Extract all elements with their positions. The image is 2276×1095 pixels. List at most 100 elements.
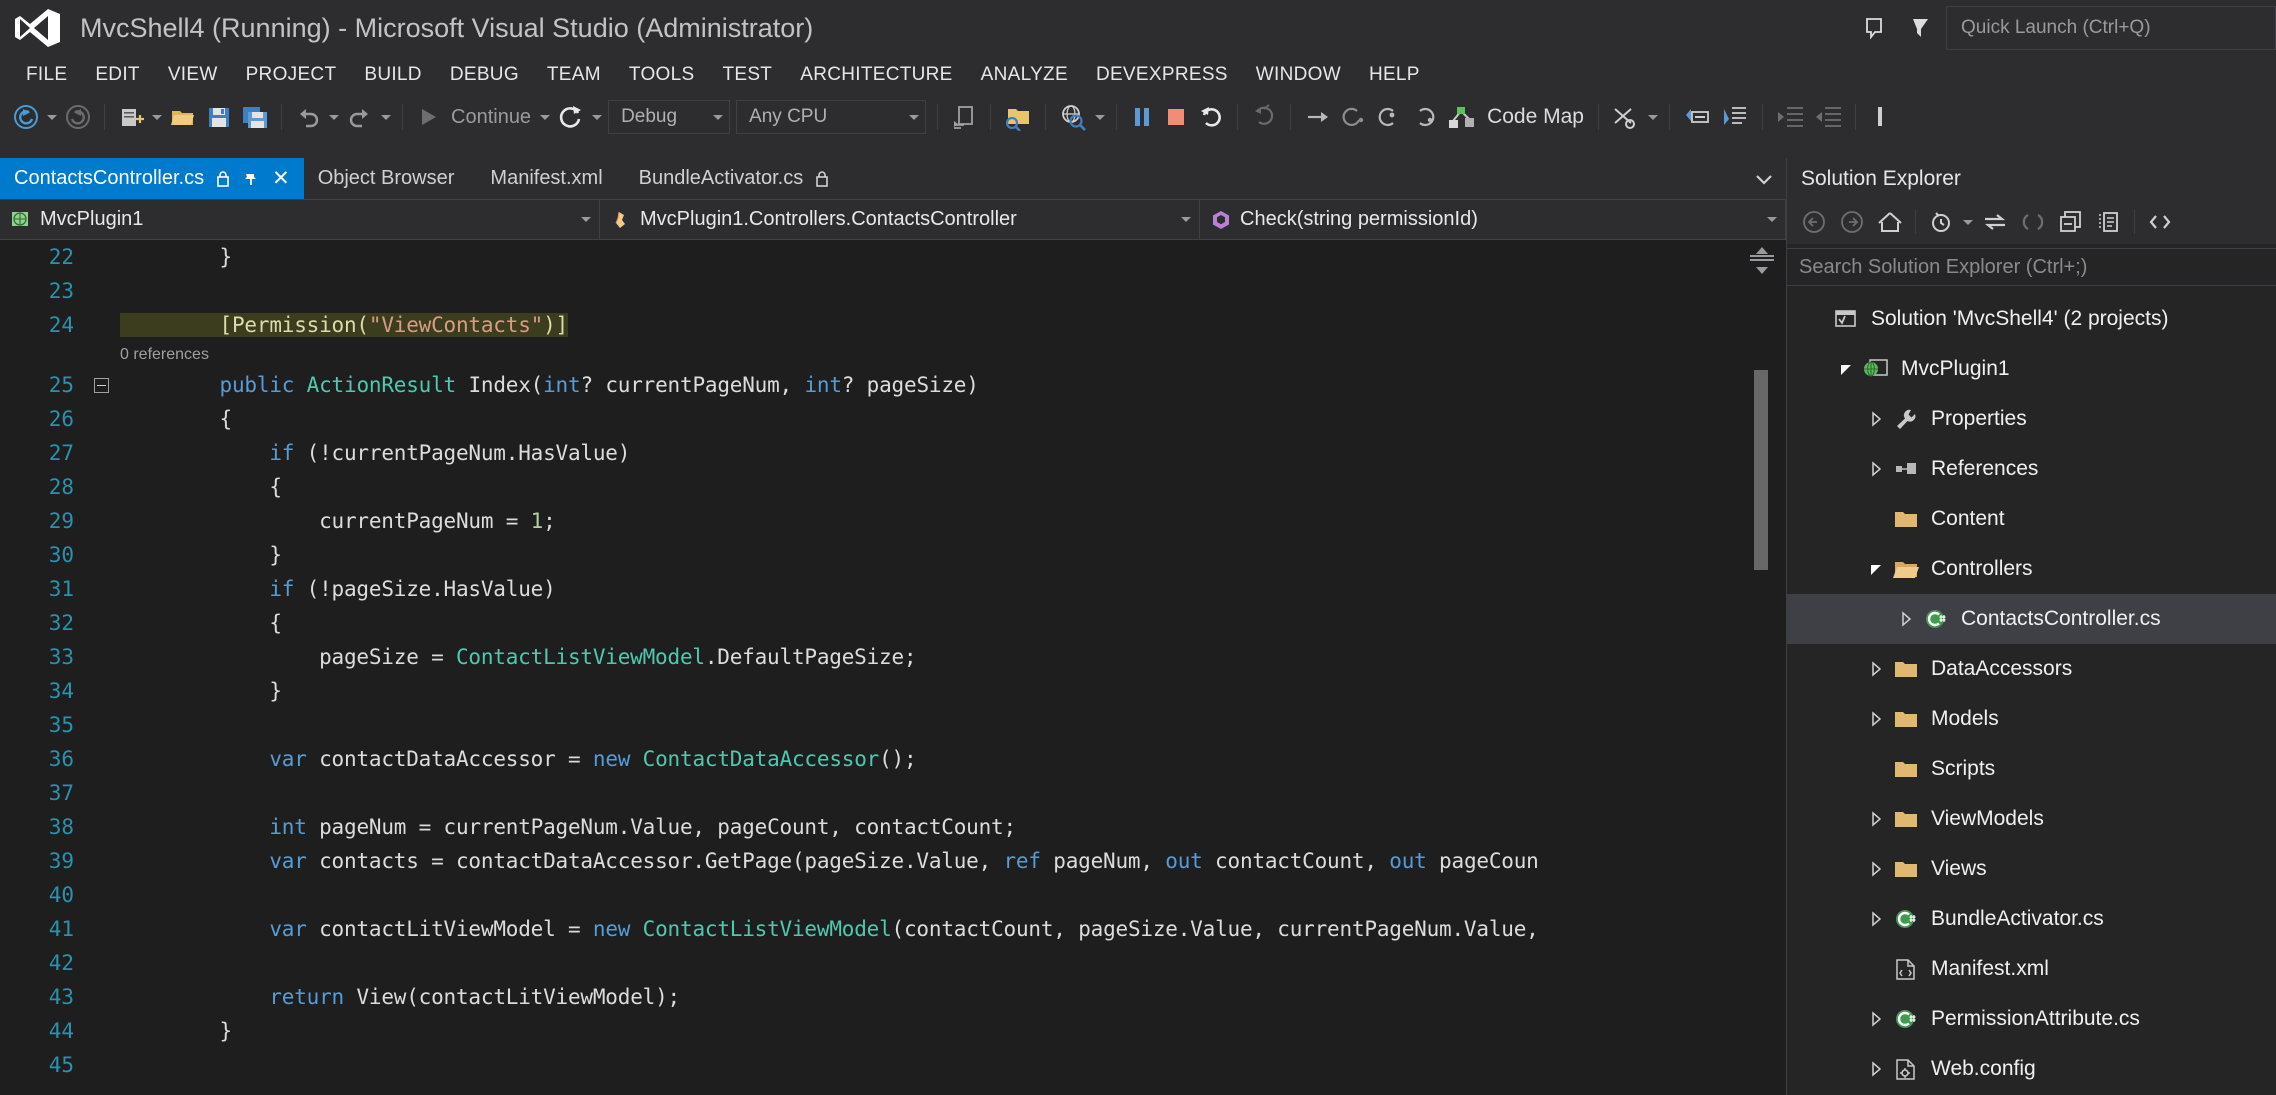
expand-chevron-icon[interactable] (1861, 860, 1891, 878)
home-icon[interactable] (1871, 204, 1909, 240)
comment-selection-icon[interactable] (1678, 98, 1716, 136)
editor-scrollbar[interactable] (1738, 240, 1786, 1095)
feedback-icon[interactable] (1854, 8, 1894, 48)
continue-button[interactable]: Continue (445, 106, 537, 129)
code-line[interactable]: 45 (0, 1048, 1738, 1082)
collapse-chevron-icon[interactable] (1861, 560, 1891, 578)
code-line[interactable]: 35 (0, 708, 1738, 742)
flag-icon[interactable] (1900, 8, 1940, 48)
solution-explorer-item[interactable]: Solution 'MvcShell4' (2 projects) (1787, 294, 2276, 344)
solution-explorer-item[interactable]: Views (1787, 844, 2276, 894)
save-icon[interactable] (201, 98, 237, 136)
code-line[interactable]: 43 return View(contactLitViewModel); (0, 980, 1738, 1014)
code-line[interactable]: 44 } (0, 1014, 1738, 1048)
show-all-files-icon[interactable] (2141, 204, 2179, 240)
collapse-all-icon[interactable] (2052, 204, 2090, 240)
tab-close-icon[interactable]: ✕ (272, 168, 290, 189)
menu-item-tools[interactable]: TOOLS (615, 60, 709, 90)
folder-find-icon[interactable] (999, 98, 1037, 136)
menu-item-file[interactable]: FILE (12, 60, 81, 90)
step-over-icon[interactable] (1299, 98, 1335, 136)
tab-preview-lock-icon[interactable] (813, 169, 831, 189)
code-line[interactable]: 24 [Permission("ViewContacts")] (0, 308, 1738, 342)
restart-debug-icon[interactable] (1193, 98, 1229, 136)
code-line[interactable]: 36 var contactDataAccessor = new Contact… (0, 742, 1738, 776)
menu-item-view[interactable]: VIEW (154, 60, 232, 90)
decrease-indent-icon[interactable] (1809, 98, 1847, 136)
code-line[interactable]: 40 (0, 878, 1738, 912)
code-line[interactable]: 27 if (!currentPageNum.HasValue) (0, 436, 1738, 470)
save-all-icon[interactable] (237, 98, 273, 136)
undo-caret-icon[interactable] (326, 114, 342, 120)
codelens-reference-count[interactable]: 0 references (114, 346, 209, 364)
pause-icon[interactable] (1125, 98, 1159, 136)
tab-pin-icon[interactable] (242, 170, 260, 188)
web-search-icon[interactable] (1054, 98, 1092, 136)
document-tab-manifest-xml[interactable]: Manifest.xml (476, 158, 624, 199)
document-tab-object-browser[interactable]: Object Browser (304, 158, 477, 199)
solution-platform-combo[interactable]: Any CPU (736, 100, 927, 134)
navbar-member-combo[interactable]: Check(string permissionId) (1200, 200, 1786, 239)
code-map-button[interactable]: Code Map (1481, 105, 1590, 129)
solution-explorer-item[interactable]: Content (1787, 494, 2276, 544)
menu-item-test[interactable]: TEST (708, 60, 786, 90)
navigate-back-icon[interactable] (8, 98, 44, 136)
menu-item-help[interactable]: HELP (1355, 60, 1434, 90)
solution-explorer-item[interactable]: MvcPlugin1 (1787, 344, 2276, 394)
quick-launch-input[interactable]: Quick Launch (Ctrl+Q) (1946, 6, 2276, 50)
vertical-scrollbar-thumb[interactable] (1754, 370, 1768, 570)
expand-chevron-icon[interactable] (1891, 610, 1921, 628)
codelens-icon[interactable] (1607, 98, 1645, 136)
continue-caret-icon[interactable] (537, 114, 553, 120)
solution-explorer-item[interactable]: BundleActivator.cs (1787, 894, 2276, 944)
document-tab-contactscontroller-cs[interactable]: ContactsController.cs ✕ (0, 158, 304, 199)
redo-icon[interactable] (342, 98, 378, 136)
solution-explorer-item[interactable]: PermissionAttribute.cs (1787, 994, 2276, 1044)
expand-chevron-icon[interactable] (1861, 460, 1891, 478)
solution-explorer-item[interactable]: References (1787, 444, 2276, 494)
menu-item-edit[interactable]: EDIT (81, 60, 153, 90)
navbar-type-combo[interactable]: MvcPlugin1.Controllers.ContactsControlle… (600, 200, 1200, 239)
stop-icon[interactable] (1159, 98, 1193, 136)
tab-preview-lock-icon[interactable] (214, 169, 232, 189)
code-line[interactable]: 37 (0, 776, 1738, 810)
solution-explorer-search-input[interactable]: Search Solution Explorer (Ctrl+;) (1787, 248, 2276, 286)
sync-with-active-document-icon[interactable] (1976, 204, 2014, 240)
uncomment-selection-icon[interactable] (1716, 98, 1754, 136)
expand-chevron-icon[interactable] (1861, 1060, 1891, 1078)
codelens-caret-icon[interactable] (1645, 114, 1661, 120)
navbar-project-combo[interactable]: MvcPlugin1 (0, 200, 600, 239)
solution-configuration-combo[interactable]: Debug (608, 100, 731, 134)
step-into-icon[interactable] (1335, 98, 1371, 136)
redo-caret-icon[interactable] (378, 114, 394, 120)
code-line[interactable]: 33 pageSize = ContactListViewModel.Defau… (0, 640, 1738, 674)
code-line[interactable]: 39 var contacts = contactDataAccessor.Ge… (0, 844, 1738, 878)
solution-explorer-item[interactable]: Properties (1787, 394, 2276, 444)
solution-explorer-item[interactable]: Scripts (1787, 744, 2276, 794)
editor-split-handle[interactable] (1744, 244, 1780, 296)
show-next-statement-icon[interactable] (1246, 98, 1282, 136)
expand-chevron-icon[interactable] (1861, 1010, 1891, 1028)
back-icon[interactable] (1795, 204, 1833, 240)
undo-icon[interactable] (290, 98, 326, 136)
expand-chevron-icon[interactable] (1861, 710, 1891, 728)
code-line[interactable]: 28 { (0, 470, 1738, 504)
navigate-forward-icon[interactable] (60, 98, 96, 136)
expand-chevron-icon[interactable] (1861, 410, 1891, 428)
solution-explorer-item[interactable]: ContactsController.cs (1787, 594, 2276, 644)
solution-explorer-item[interactable]: Manifest.xml (1787, 944, 2276, 994)
expand-chevron-icon[interactable] (1861, 810, 1891, 828)
code-line[interactable]: 31 if (!pageSize.HasValue) (0, 572, 1738, 606)
new-project-caret-icon[interactable] (149, 114, 165, 120)
restart-icon[interactable] (553, 98, 589, 136)
code-editor[interactable]: 22 } 23 24 [Permission("ViewContacts")] 0 r… (0, 240, 1786, 1095)
menu-item-build[interactable]: BUILD (350, 60, 435, 90)
collapse-chevron-icon[interactable] (1831, 360, 1861, 378)
code-line[interactable]: 42 (0, 946, 1738, 980)
toolbar-overflow-icon[interactable] (1864, 98, 1898, 136)
menu-item-team[interactable]: TEAM (533, 60, 615, 90)
menu-item-window[interactable]: WINDOW (1242, 60, 1355, 90)
collapse-region-icon[interactable] (88, 377, 114, 393)
tab-overflow-button[interactable] (1752, 158, 1776, 200)
web-search-caret-icon[interactable] (1092, 114, 1108, 120)
